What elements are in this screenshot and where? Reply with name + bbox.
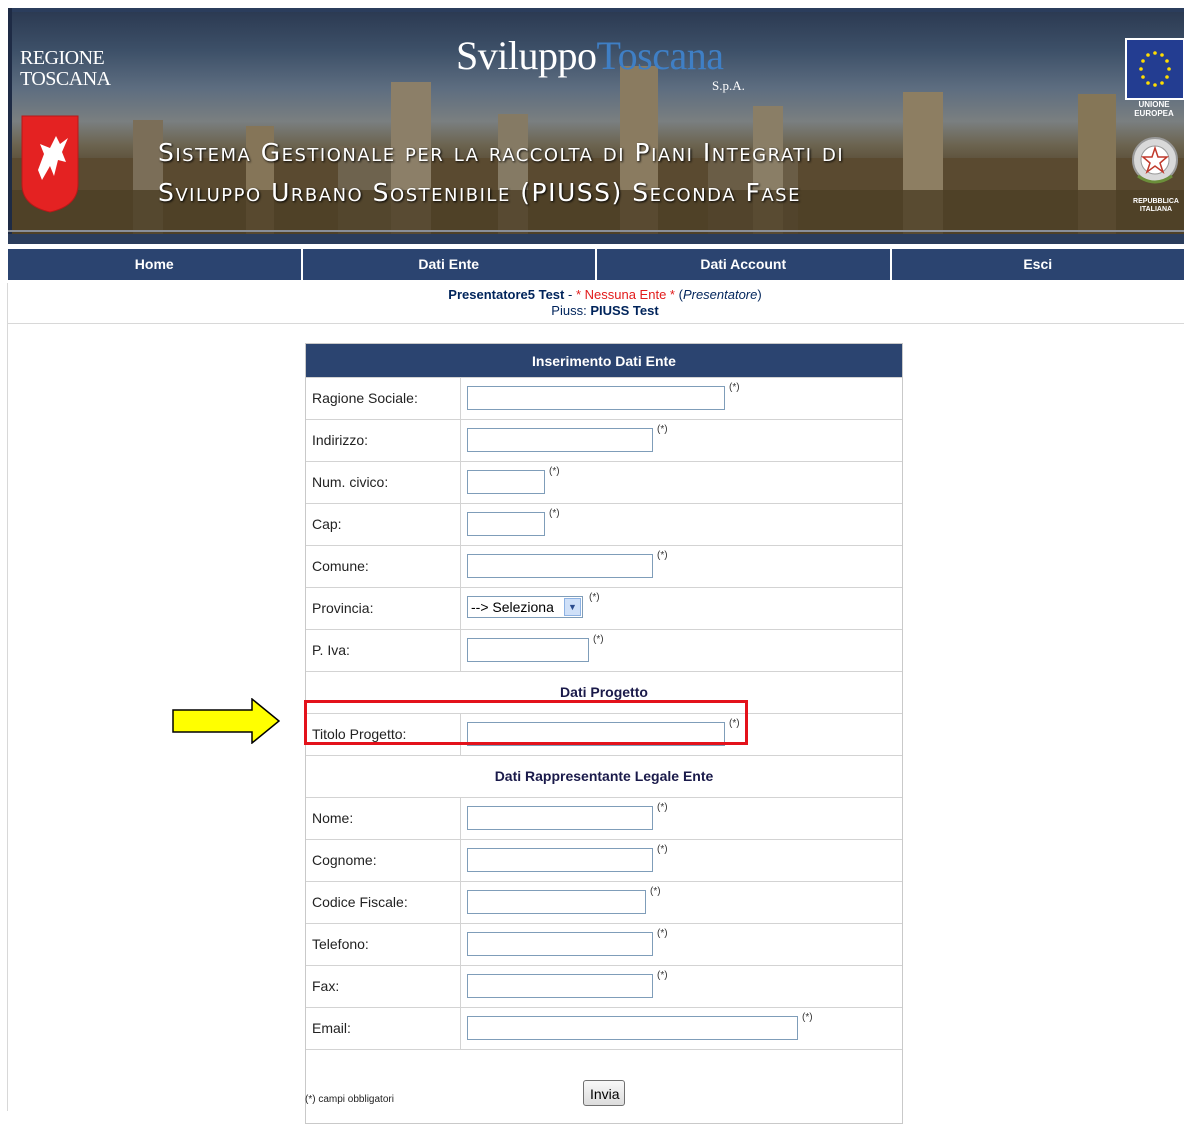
- yellow-arrow-icon: [172, 698, 280, 744]
- provincia-select[interactable]: --> Seleziona ▼: [467, 596, 583, 618]
- form-row: Ragione Sociale: (*): [306, 377, 902, 419]
- main-nav: Home Dati Ente Dati Account Esci: [8, 249, 1184, 280]
- num-civico-input[interactable]: [467, 470, 545, 494]
- comune-input[interactable]: [467, 554, 653, 578]
- required-mark: (*): [650, 886, 661, 897]
- nav-dati-ente[interactable]: Dati Ente: [303, 249, 598, 280]
- brand-part2: Toscana: [596, 33, 723, 78]
- titolo-progetto-highlight-box: [304, 700, 748, 745]
- user-ente: * Nessuna Ente *: [576, 287, 675, 302]
- required-mark: (*): [549, 508, 560, 519]
- required-mark: (*): [729, 382, 740, 393]
- comune-label: Comune:: [306, 546, 461, 587]
- indirizzo-label: Indirizzo:: [306, 420, 461, 461]
- required-mark: (*): [549, 466, 560, 477]
- cognome-input[interactable]: [467, 848, 653, 872]
- invia-button[interactable]: Invia: [583, 1080, 625, 1106]
- cap-label: Cap:: [306, 504, 461, 545]
- provincia-label: Provincia:: [306, 588, 461, 629]
- user-info: Presentatore5 Test - * Nessuna Ente * (P…: [0, 287, 1184, 319]
- user-name: Presentatore5 Test: [448, 287, 564, 302]
- left-rule: [7, 283, 8, 1111]
- nav-esci[interactable]: Esci: [892, 249, 1184, 280]
- nome-label: Nome:: [306, 798, 461, 839]
- chevron-down-icon[interactable]: ▼: [564, 598, 581, 616]
- submit-row: Invia: [306, 1049, 902, 1123]
- indirizzo-input[interactable]: [467, 428, 653, 452]
- cognome-label: Cognome:: [306, 840, 461, 881]
- system-title: Sistema Gestionale per la raccolta di Pi…: [158, 133, 844, 213]
- form-row: Email: (*): [306, 1007, 902, 1049]
- provincia-selected-value: --> Seleziona: [471, 599, 554, 615]
- brand-spa: S.p.A.: [712, 78, 745, 94]
- required-mark: (*): [657, 802, 668, 813]
- eu-label: UNIONE EUROPEA: [1125, 100, 1183, 118]
- nav-home[interactable]: Home: [8, 249, 303, 280]
- required-mark: (*): [657, 928, 668, 939]
- telefono-input[interactable]: [467, 932, 653, 956]
- form-row: Telefono: (*): [306, 923, 902, 965]
- form-title: Inserimento Dati Ente: [306, 344, 902, 377]
- telefono-label: Telefono:: [306, 924, 461, 965]
- system-title-line1: Sistema Gestionale per la raccolta di Pi…: [158, 133, 844, 173]
- required-footnote: (*) campi obbligatori: [305, 1094, 394, 1105]
- p-iva-input[interactable]: [467, 638, 589, 662]
- form-row: Fax: (*): [306, 965, 902, 1007]
- header-banner: REGIONE TOSCANA SviluppoToscana S.p.A. S…: [8, 8, 1184, 244]
- p-iva-label: P. Iva:: [306, 630, 461, 671]
- regione-toscana-logo: REGIONE TOSCANA: [20, 48, 111, 90]
- regione-line2: TOSCANA: [20, 69, 111, 90]
- fax-input[interactable]: [467, 974, 653, 998]
- italian-republic-emblem-icon: [1130, 132, 1180, 192]
- system-title-line2: Sviluppo Urbano Sostenibile (PIUSS) Seco…: [158, 173, 844, 213]
- ri-label-1: REPUBBLICA: [1125, 198, 1184, 206]
- form-row: Comune: (*): [306, 545, 902, 587]
- cap-input[interactable]: [467, 512, 545, 536]
- form-row: Codice Fiscale: (*): [306, 881, 902, 923]
- nav-dati-account[interactable]: Dati Account: [597, 249, 892, 280]
- eu-label-2: EUROPEA: [1125, 109, 1183, 118]
- required-mark: (*): [657, 550, 668, 561]
- required-mark: (*): [657, 970, 668, 981]
- form-row: Nome: (*): [306, 797, 902, 839]
- ragione-sociale-input[interactable]: [467, 386, 725, 410]
- pegasus-shield-icon: [20, 114, 80, 214]
- nome-input[interactable]: [467, 806, 653, 830]
- form-row: Num. civico: (*): [306, 461, 902, 503]
- required-mark: (*): [657, 844, 668, 855]
- required-mark: (*): [657, 424, 668, 435]
- regione-line1: REGIONE: [20, 48, 111, 69]
- ri-label-2: ITALIANA: [1125, 206, 1184, 214]
- brand-part1: Sviluppo: [456, 33, 596, 78]
- eu-label-1: UNIONE: [1125, 100, 1183, 109]
- form-row: P. Iva: (*): [306, 629, 902, 671]
- sviluppo-toscana-logo: SviluppoToscana: [456, 32, 723, 79]
- divider: [8, 323, 1184, 324]
- ri-label: REPUBBLICA ITALIANA: [1125, 198, 1184, 214]
- codice-fiscale-input[interactable]: [467, 890, 646, 914]
- required-mark: (*): [802, 1012, 813, 1023]
- codice-fiscale-label: Codice Fiscale:: [306, 882, 461, 923]
- piuss-label: Piuss:: [551, 303, 586, 318]
- piuss-value: PIUSS Test: [590, 303, 658, 318]
- ragione-sociale-label: Ragione Sociale:: [306, 378, 461, 419]
- form-row: Indirizzo: (*): [306, 419, 902, 461]
- user-role: Presentatore: [683, 287, 757, 302]
- fax-label: Fax:: [306, 966, 461, 1007]
- form-row: Provincia: --> Seleziona ▼ (*): [306, 587, 902, 629]
- required-mark: (*): [589, 592, 600, 603]
- form-row: Cap: (*): [306, 503, 902, 545]
- email-input[interactable]: [467, 1016, 798, 1040]
- section-dati-rappresentante: Dati Rappresentante Legale Ente: [306, 755, 902, 797]
- email-label: Email:: [306, 1008, 461, 1049]
- required-mark: (*): [593, 634, 604, 645]
- form-row: Cognome: (*): [306, 839, 902, 881]
- user-separator: -: [568, 287, 572, 302]
- num-civico-label: Num. civico:: [306, 462, 461, 503]
- eu-flag-icon: [1125, 38, 1184, 100]
